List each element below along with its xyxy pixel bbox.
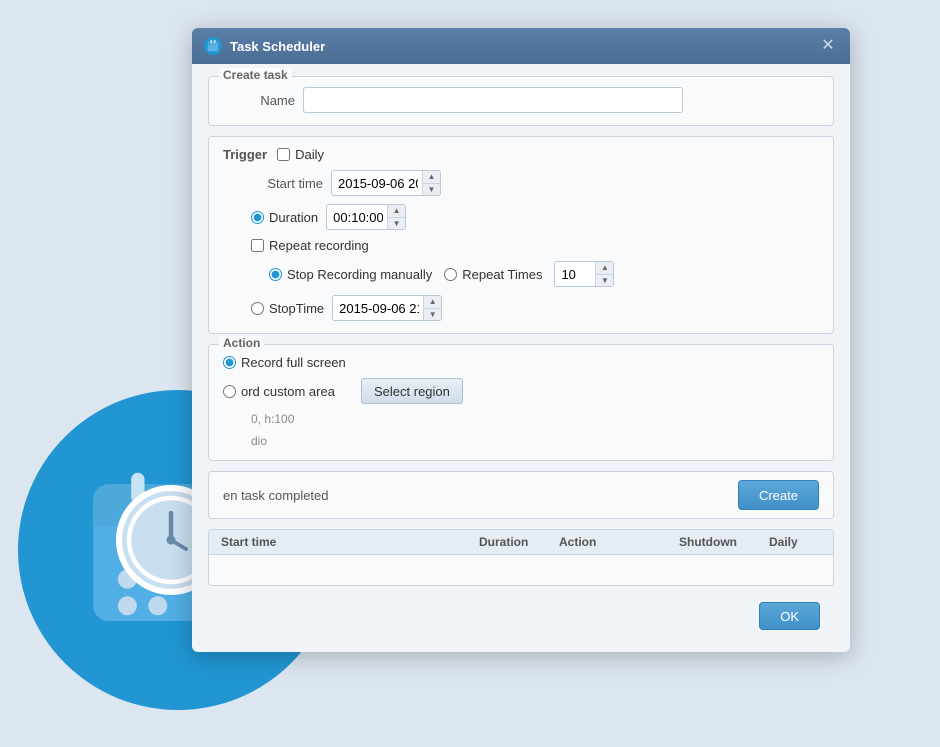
repeat-times-label: Repeat Times xyxy=(462,267,542,282)
audio-label: dio xyxy=(251,434,267,448)
stop-time-wrap[interactable]: StopTime xyxy=(251,301,324,316)
start-time-down[interactable]: ▼ xyxy=(423,184,440,196)
stop-manually-radio[interactable] xyxy=(269,268,282,281)
audio-row: dio xyxy=(251,434,819,448)
col-daily: Daily xyxy=(765,535,825,549)
trigger-label: Trigger xyxy=(223,147,267,162)
col-shutdown: Shutdown xyxy=(675,535,765,549)
record-custom-area-radio[interactable] xyxy=(223,385,236,398)
start-time-up[interactable]: ▲ xyxy=(423,171,440,184)
daily-checkbox-wrap[interactable]: Daily xyxy=(277,147,324,162)
start-time-row: Start time ▲ ▼ xyxy=(251,170,819,196)
action-section-label: Action xyxy=(219,336,264,350)
repeat-times-wrap[interactable]: Repeat Times xyxy=(444,267,542,282)
trigger-section: Trigger Daily Start time ▲ ▼ xyxy=(208,136,834,334)
dialog-close-button[interactable]: ✕ xyxy=(818,36,838,56)
duration-down[interactable]: ▼ xyxy=(388,218,405,230)
completed-row: en task completed Create xyxy=(209,472,833,518)
stop-time-spinbox: ▲ ▼ xyxy=(332,295,442,321)
dialog-title-left: Task Scheduler xyxy=(204,37,325,55)
start-time-arrows: ▲ ▼ xyxy=(422,171,440,195)
dialog-title: Task Scheduler xyxy=(230,39,325,54)
table-header: Start time Duration Action Shutdown Dail… xyxy=(209,530,833,555)
create-task-label: Create task xyxy=(219,68,292,82)
repeat-times-up[interactable]: ▲ xyxy=(596,262,613,275)
record-full-screen-radio[interactable] xyxy=(223,356,236,369)
daily-checkbox[interactable] xyxy=(277,148,290,161)
start-time-spinbox: ▲ ▼ xyxy=(331,170,441,196)
footer-bar: OK xyxy=(208,596,834,636)
stop-time-radio[interactable] xyxy=(251,302,264,315)
col-action: Action xyxy=(555,535,675,549)
completed-text: en task completed xyxy=(223,488,329,503)
repeat-sub-row: Stop Recording manually Repeat Times ▲ ▼ xyxy=(269,261,819,287)
daily-label: Daily xyxy=(295,147,324,162)
coord-row: 0, h:100 xyxy=(251,412,819,426)
record-full-screen-wrap[interactable]: Record full screen xyxy=(223,355,346,370)
stop-manually-wrap[interactable]: Stop Recording manually xyxy=(269,267,432,282)
start-time-label: Start time xyxy=(251,176,323,191)
stop-time-row: StopTime ▲ ▼ xyxy=(251,295,819,321)
stop-time-arrows: ▲ ▼ xyxy=(423,296,441,320)
repeat-times-arrows: ▲ ▼ xyxy=(595,262,613,286)
stop-time-up[interactable]: ▲ xyxy=(424,296,441,309)
ok-button[interactable]: OK xyxy=(759,602,820,630)
action-section: Action Record full screen ord custom are… xyxy=(208,344,834,461)
task-scheduler-dialog: Task Scheduler ✕ Create task Name Trigge… xyxy=(192,28,850,652)
coord-text: 0, h:100 xyxy=(251,412,294,426)
dialog-body: Create task Name Trigger Daily Start tim… xyxy=(192,64,850,652)
trigger-header-row: Trigger Daily xyxy=(223,147,819,162)
repeat-times-radio[interactable] xyxy=(444,268,457,281)
table-body xyxy=(209,555,833,585)
completed-section: en task completed Create xyxy=(208,471,834,519)
duration-label: Duration xyxy=(269,210,318,225)
col-start-time: Start time xyxy=(217,535,475,549)
duration-radio-wrap[interactable]: Duration xyxy=(251,210,318,225)
record-custom-label: ord custom area xyxy=(241,384,335,399)
name-row: Name xyxy=(223,87,819,113)
record-full-screen-label: Record full screen xyxy=(241,355,346,370)
repeat-recording-row: Repeat recording xyxy=(251,238,819,253)
duration-radio[interactable] xyxy=(251,211,264,224)
repeat-times-down[interactable]: ▼ xyxy=(596,275,613,287)
record-custom-area-wrap[interactable]: ord custom area xyxy=(223,384,353,399)
select-region-button[interactable]: Select region xyxy=(361,378,463,404)
dialog-app-icon xyxy=(204,37,222,55)
stop-manually-label: Stop Recording manually xyxy=(287,267,432,282)
create-button[interactable]: Create xyxy=(738,480,819,510)
dialog-titlebar: Task Scheduler ✕ xyxy=(192,28,850,64)
stop-time-label: StopTime xyxy=(269,301,324,316)
record-custom-area-row: ord custom area Select region xyxy=(223,378,819,404)
duration-up[interactable]: ▲ xyxy=(388,205,405,218)
record-full-screen-row: Record full screen xyxy=(223,355,819,370)
repeat-recording-checkbox[interactable] xyxy=(251,239,264,252)
repeat-recording-wrap[interactable]: Repeat recording xyxy=(251,238,369,253)
create-task-section: Create task Name xyxy=(208,76,834,126)
repeat-recording-label: Repeat recording xyxy=(269,238,369,253)
repeat-times-spinbox: ▲ ▼ xyxy=(554,261,614,287)
duration-spinbox: ▲ ▼ xyxy=(326,204,406,230)
stop-time-down[interactable]: ▼ xyxy=(424,309,441,321)
name-label: Name xyxy=(223,93,295,108)
task-table: Start time Duration Action Shutdown Dail… xyxy=(208,529,834,586)
duration-arrows: ▲ ▼ xyxy=(387,205,405,229)
duration-row: Duration ▲ ▼ xyxy=(251,204,819,230)
col-duration: Duration xyxy=(475,535,555,549)
task-name-input[interactable] xyxy=(303,87,683,113)
